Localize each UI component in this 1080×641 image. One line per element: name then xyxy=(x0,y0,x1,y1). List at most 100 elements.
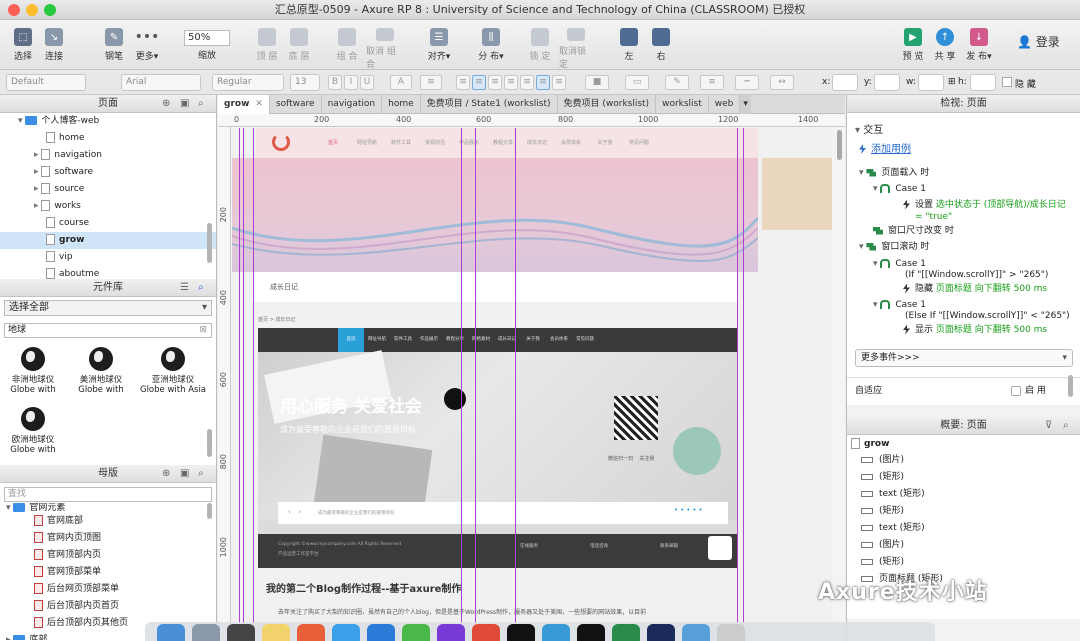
notes-icon[interactable] xyxy=(262,624,290,641)
line-width-button[interactable]: ≡ xyxy=(700,75,724,90)
guide-line[interactable] xyxy=(461,128,462,641)
canvas-scrollbar[interactable] xyxy=(837,130,842,160)
bring-to-front-button[interactable]: 顶 层 xyxy=(254,20,280,70)
page-item-software[interactable]: ▸ software xyxy=(0,164,216,181)
action-item[interactable]: 显示 页面标题 向下翻转 500 ms xyxy=(903,324,1047,336)
master-item[interactable]: 官网底部 xyxy=(0,513,216,530)
bold-button[interactable]: B xyxy=(328,75,342,90)
finder-icon[interactable] xyxy=(157,624,185,641)
appstore-icon[interactable] xyxy=(367,624,395,641)
event-window-resize[interactable]: 窗口尺寸改变 时 xyxy=(873,225,954,237)
design-nav-item[interactable]: 常见问题 xyxy=(622,128,656,158)
guide-line[interactable] xyxy=(737,128,738,641)
action-item[interactable]: 隐藏 页面标题 向下翻转 500 ms xyxy=(903,283,1047,295)
pages-scrollbar[interactable] xyxy=(207,223,212,263)
zoom-control[interactable]: 50% 缩放 xyxy=(183,20,231,70)
right-button[interactable]: 右 xyxy=(650,20,672,70)
outline-item[interactable]: (图片) xyxy=(861,538,904,552)
outline-item[interactable]: text (矩形) xyxy=(861,521,925,535)
interaction-heading[interactable]: ▾ 交互 xyxy=(855,125,883,137)
close-window-button[interactable] xyxy=(8,4,20,16)
library-search-input[interactable]: 地球 ⊠ xyxy=(4,323,212,338)
x-input[interactable] xyxy=(832,74,858,91)
design-canvas[interactable]: 首页 网址导航 软件工具 资源前沿 作品展示 教程分享 成长日记 会员体系 关于… xyxy=(232,128,832,641)
hidden-checkbox[interactable] xyxy=(1002,77,1012,87)
italic-button[interactable]: I xyxy=(344,75,358,90)
more-tools-button[interactable]: ••• 更多▾ xyxy=(132,20,162,70)
tool-icon[interactable] xyxy=(542,624,570,641)
post-excerpt[interactable]: 去年关注了购买了大梨的知识圈，虽然有自己的个人blog，但是是基于WordPre… xyxy=(278,607,646,616)
valign-middle-button[interactable]: ≡ xyxy=(536,75,550,90)
share-button[interactable]: ↑ 共 享 xyxy=(932,20,958,70)
outline-item[interactable]: text (矩形) xyxy=(861,487,925,501)
valign-top-button[interactable]: ≡ xyxy=(520,75,534,90)
library-select[interactable]: 选择全部 ▾ xyxy=(4,300,212,316)
align-right-button[interactable]: ≡ xyxy=(488,75,502,90)
page-item-source[interactable]: ▸ source xyxy=(0,181,216,198)
event-window-scroll[interactable]: ▾ 窗口滚动 时 xyxy=(859,241,929,253)
menu-icon[interactable]: ☰ xyxy=(180,279,189,297)
search-icon[interactable]: ⌕ xyxy=(198,465,204,483)
page-item-works[interactable]: ▸ works xyxy=(0,198,216,215)
group-button[interactable]: 组 合 xyxy=(333,20,361,70)
tab-grow[interactable]: grow ✕ xyxy=(218,95,270,114)
master-item[interactable]: 官网内页顶图 xyxy=(0,530,216,547)
guide-line[interactable] xyxy=(515,128,516,641)
select-tool-button[interactable]: ⬚ 选择 xyxy=(8,20,38,70)
design-nav-item[interactable]: 软件工具 xyxy=(384,128,418,158)
line-style-button[interactable]: ┅ xyxy=(735,75,759,90)
font-color-button[interactable]: A xyxy=(390,75,412,90)
qq-icon[interactable] xyxy=(507,624,535,641)
send-to-back-button[interactable]: 底 层 xyxy=(286,20,312,70)
action-item[interactable]: 设置 选中状态于 (顶部导航)/成长日记 xyxy=(903,199,1066,211)
design-nav-item[interactable]: 首页 xyxy=(316,128,350,158)
filter-icon[interactable]: ⊽ xyxy=(1045,417,1052,435)
shadow-button[interactable]: ▭ xyxy=(625,75,649,90)
adaptive-enable-checkbox[interactable] xyxy=(1011,386,1021,396)
design-nav-item[interactable]: 会员体系 xyxy=(554,128,588,158)
lock-button[interactable]: 锁 定 xyxy=(527,20,553,70)
font-family-select[interactable]: Arial xyxy=(121,74,201,91)
zoom-window-button[interactable] xyxy=(44,4,56,16)
chrome-icon[interactable] xyxy=(472,624,500,641)
tab-overflow-button[interactable]: ▾ xyxy=(740,95,751,114)
page-item-home[interactable]: home xyxy=(0,130,216,147)
library-scrollbar[interactable] xyxy=(207,429,212,457)
login-button[interactable]: 👤 登录 xyxy=(1017,33,1060,50)
design-header[interactable]: 首页 网址导航 软件工具 资源前沿 作品展示 教程分享 成长日记 会员体系 关于… xyxy=(256,128,758,158)
master-item[interactable]: 官网顶部内页 xyxy=(0,547,216,564)
underline-button[interactable]: U xyxy=(360,75,374,90)
design-nav-item[interactable]: 网址导航 xyxy=(350,128,384,158)
trash-icon[interactable] xyxy=(717,624,745,641)
outline-root[interactable]: grow xyxy=(851,437,889,451)
ungroup-button[interactable]: 取消 组合 xyxy=(366,20,404,70)
zoom-select[interactable]: 50% xyxy=(184,30,230,46)
design-nav-item[interactable]: 资源前沿 xyxy=(418,128,452,158)
page-item-grow[interactable]: grow xyxy=(0,232,216,249)
outline-item[interactable]: (图片) xyxy=(861,453,904,467)
align-button[interactable]: ☰ 对齐▾ xyxy=(425,20,453,70)
wechat-icon[interactable] xyxy=(402,624,430,641)
launchpad-icon[interactable] xyxy=(192,624,220,641)
preview-button[interactable]: ▶ 预 览 xyxy=(900,20,926,70)
outline-item[interactable]: (矩形) xyxy=(861,470,904,484)
tab-state1-workslist[interactable]: 免费项目 / State1 (workslist) xyxy=(421,95,558,114)
page-item-vip[interactable]: vip xyxy=(0,249,216,266)
unlock-button[interactable]: 取消锁定 xyxy=(559,20,593,70)
excel-icon[interactable] xyxy=(612,624,640,641)
library-item[interactable]: 非洲地球仪 Globe with xyxy=(0,347,66,395)
photoshop-icon[interactable] xyxy=(647,624,675,641)
masters-folder[interactable]: ▾ 官网元素 xyxy=(0,503,216,513)
add-folder-icon[interactable]: ▣ xyxy=(180,95,189,113)
bullet-button[interactable]: ≡ xyxy=(420,75,442,90)
masters-scrollbar[interactable] xyxy=(207,503,212,519)
line-color-button[interactable]: ✎ xyxy=(665,75,689,90)
master-item[interactable]: 后台网页顶部菜单 xyxy=(0,581,216,598)
inspector-scrollbar[interactable] xyxy=(1068,375,1073,397)
tan-rectangle[interactable] xyxy=(762,158,832,230)
page-item-aboutme[interactable]: aboutme xyxy=(0,266,216,279)
clear-icon[interactable]: ⊠ xyxy=(199,324,207,337)
breadcrumb-box[interactable]: 成长日记 xyxy=(252,272,738,302)
tab-web[interactable]: web xyxy=(709,95,741,114)
y-input[interactable] xyxy=(874,74,900,91)
